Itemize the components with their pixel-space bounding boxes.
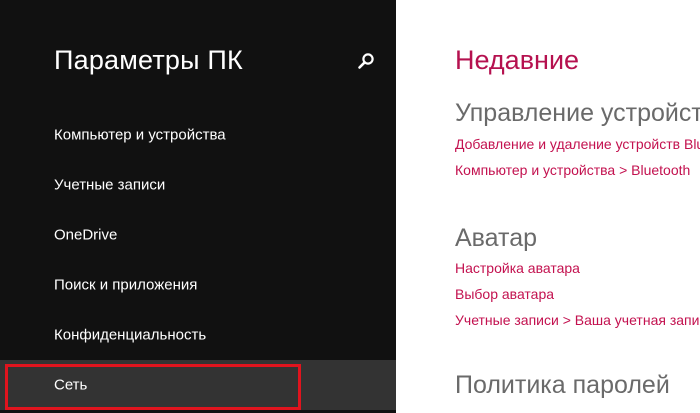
- sidebar-item-privacy[interactable]: Конфиденциальность: [0, 310, 396, 360]
- sidebar: Параметры ПК Компьютер и устройства Учет…: [0, 0, 396, 413]
- sidebar-item-network[interactable]: Сеть: [0, 360, 396, 410]
- pc-settings-window: Параметры ПК Компьютер и устройства Учет…: [0, 0, 700, 413]
- sidebar-item-label: Сеть: [54, 376, 88, 394]
- sidebar-item-label: Поиск и приложения: [54, 276, 198, 294]
- link-devices-bluetooth[interactable]: Компьютер и устройства > Bluetooth: [455, 162, 690, 178]
- sidebar-item-accounts[interactable]: Учетные записи: [0, 160, 396, 210]
- section-title-avatar: Аватар: [455, 224, 538, 252]
- content-pane: Недавние Управление устройствами Добавле…: [396, 0, 700, 413]
- sidebar-item-label: Учетные записи: [54, 176, 166, 194]
- link-accounts-your-account[interactable]: Учетные записи > Ваша учетная запись: [455, 312, 700, 328]
- sidebar-item-label: Конфиденциальность: [54, 326, 207, 344]
- section-title-password-policy: Политика паролей: [455, 371, 670, 399]
- search-button[interactable]: [352, 48, 380, 76]
- link-avatar-settings[interactable]: Настройка аватара: [455, 260, 580, 276]
- search-icon: [358, 53, 374, 69]
- link-add-remove-bluetooth[interactable]: Добавление и удаление устройств Bluetoot…: [455, 136, 700, 152]
- sidebar-item-search-apps[interactable]: Поиск и приложения: [0, 260, 396, 310]
- sidebar-item-label: Компьютер и устройства: [54, 126, 226, 144]
- sidebar-title: Параметры ПК: [54, 45, 243, 75]
- sidebar-item-label: OneDrive: [54, 226, 118, 244]
- sidebar-item-devices[interactable]: Компьютер и устройства: [0, 110, 396, 160]
- page-title: Недавние: [455, 45, 580, 75]
- sidebar-item-onedrive[interactable]: OneDrive: [0, 210, 396, 260]
- link-choose-avatar[interactable]: Выбор аватара: [455, 286, 554, 302]
- section-title-device-management: Управление устройствами: [455, 99, 700, 127]
